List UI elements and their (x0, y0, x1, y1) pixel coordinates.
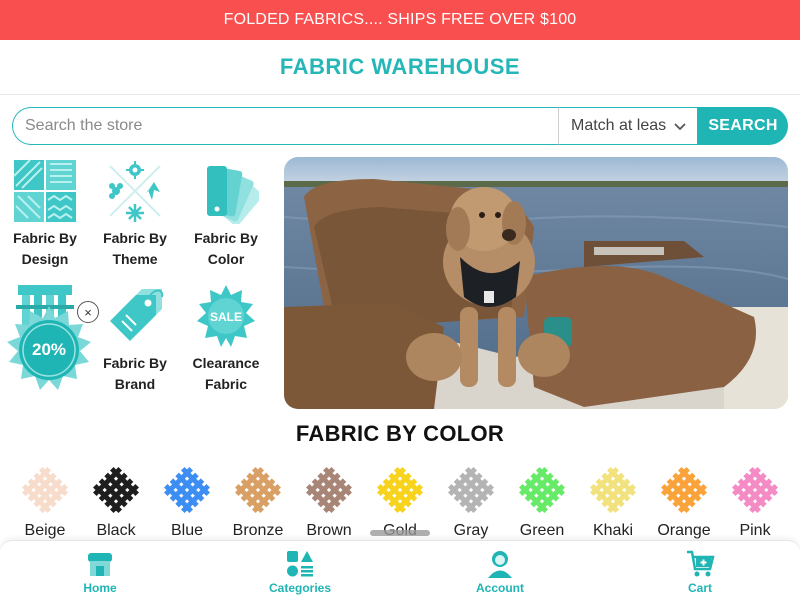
color-swatch-green[interactable]: Green (506, 462, 578, 540)
category-theme-line1: Fabric By (103, 230, 167, 246)
brand-tag-icon (110, 289, 164, 341)
promo-banner[interactable]: FOLDED FABRICS.... SHIPS FREE OVER $100 (0, 0, 800, 40)
fabric-design-icon (13, 159, 76, 222)
swatch-weave-icon (448, 467, 494, 513)
swatch-label: Khaki (592, 522, 634, 539)
category-color-line1: Fabric By (194, 230, 258, 246)
category-brand[interactable]: Fabric By Brand (90, 283, 180, 395)
color-swatch-fan-icon (207, 166, 259, 224)
section-title-text: FABRIC BY COLOR (295, 421, 505, 446)
swatch-label: Blue (170, 522, 204, 539)
store-logo-title[interactable]: FABRIC WAREHOUSE (280, 54, 520, 80)
swatch-weave-icon (732, 467, 778, 513)
store-header: FABRIC WAREHOUSE (0, 40, 800, 95)
category-design[interactable]: Fabric By Design (0, 158, 90, 270)
color-swatch-pink[interactable]: Pink (719, 462, 791, 540)
color-swatch-beige[interactable]: Beige (9, 462, 81, 540)
category-color-line2: Color (207, 251, 245, 267)
cart-icon (687, 550, 715, 577)
swatch-label: Green (519, 522, 565, 539)
nav-account-label: Account (476, 581, 524, 595)
nav-home-label: Home (83, 581, 117, 595)
discount-percent[interactable]: 20% (3, 304, 95, 396)
fabric-theme-icon (109, 161, 161, 222)
nav-home[interactable]: Home (50, 549, 150, 595)
color-swatch-blue[interactable]: Blue (151, 462, 223, 540)
category-theme-line2: Theme (112, 251, 158, 267)
category-clearance-line2: Fabric (204, 376, 247, 392)
color-swatch-khaki[interactable]: Khaki (577, 462, 649, 540)
category-clearance[interactable]: SALE Clearance Fabric (181, 283, 271, 395)
nav-cart[interactable]: Cart (650, 549, 750, 595)
sale-badge-text: SALE (210, 310, 242, 324)
color-swatch-orange[interactable]: Orange (648, 462, 720, 540)
category-color[interactable]: Fabric By Color (181, 158, 271, 270)
category-brand-line1: Fabric By (103, 355, 167, 371)
section-title-fabric-by-color: FABRIC BY COLOR (0, 421, 800, 447)
swatch-weave-icon (306, 467, 352, 513)
color-swatch-bronze[interactable]: Bronze (222, 462, 294, 540)
swatch-label: Bronze (232, 522, 284, 539)
swatch-weave-icon (93, 467, 139, 513)
swatch-weave-icon (164, 467, 210, 513)
chevron-down-icon (674, 123, 686, 131)
color-swatch-gold[interactable]: Gold (364, 462, 436, 540)
color-swatch-brown[interactable]: Brown (293, 462, 365, 540)
category-theme[interactable]: Fabric By Theme (90, 158, 180, 270)
nav-categories-label: Categories (268, 581, 332, 595)
swatch-weave-icon (377, 467, 423, 513)
swatch-label: Pink (739, 522, 771, 539)
category-design-line2: Design (21, 251, 69, 267)
nav-categories[interactable]: Categories (250, 549, 350, 595)
nav-cart-label: Cart (687, 581, 712, 595)
swatch-label: Brown (306, 522, 352, 539)
swatch-weave-icon (22, 467, 68, 513)
swatch-weave-icon (661, 467, 707, 513)
match-select-value: Match at leas (571, 117, 667, 134)
category-clearance-line1: Clearance (192, 355, 260, 371)
category-brand-line2: Brand (114, 376, 156, 392)
horizontal-scroll-indicator[interactable] (370, 530, 430, 536)
category-design-line1: Fabric By (13, 230, 77, 246)
bottom-navigation: Home Categories Account Cart (0, 540, 800, 600)
color-swatch-gray[interactable]: Gray (435, 462, 507, 540)
color-swatch-black[interactable]: Black (80, 462, 152, 540)
hero-illustration (284, 157, 788, 409)
swatch-label: Gray (453, 522, 489, 539)
search-input[interactable] (12, 107, 558, 145)
swatch-label: Beige (24, 522, 66, 539)
search-bar: Match at leas SEARCH (12, 107, 788, 145)
categories-grid-icon (287, 551, 313, 577)
swatch-weave-icon (519, 467, 565, 513)
hero-banner-image[interactable] (284, 157, 788, 409)
swatch-label: Black (96, 522, 136, 539)
swatch-weave-icon (235, 467, 281, 513)
sale-starburst-icon: SALE (197, 285, 255, 347)
swatch-label: Orange (657, 522, 711, 539)
match-select[interactable]: Match at leas (558, 107, 698, 145)
search-button[interactable]: SEARCH (698, 107, 788, 145)
account-avatar-icon (488, 551, 512, 578)
promo-text: FOLDED FABRICS.... SHIPS FREE OVER $100 (223, 11, 577, 28)
nav-account[interactable]: Account (450, 549, 550, 595)
store-home-icon (88, 553, 112, 576)
swatch-weave-icon (590, 467, 636, 513)
